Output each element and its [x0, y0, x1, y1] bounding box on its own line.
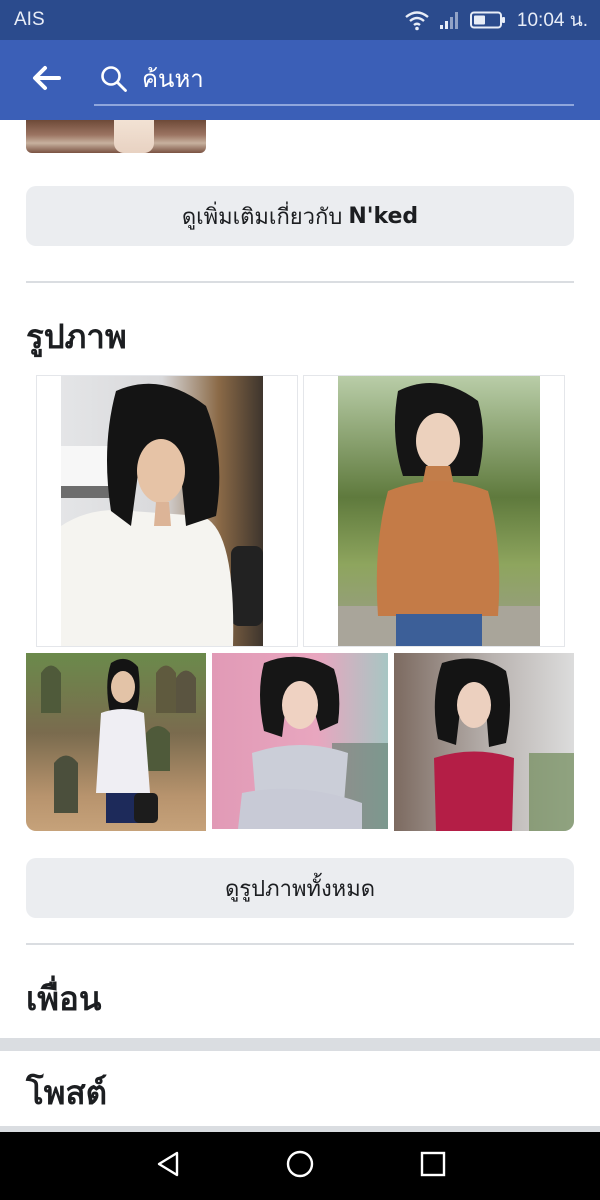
carrier-label: AIS: [14, 9, 45, 30]
section-separator: [0, 1038, 600, 1051]
search-box[interactable]: [94, 54, 574, 106]
nav-back-button[interactable]: [148, 1146, 188, 1186]
battery-icon: [469, 11, 506, 29]
wifi-icon: [404, 9, 430, 31]
signal-icon: [439, 10, 461, 30]
circle-home-icon: [285, 1149, 315, 1183]
cropped-photo[interactable]: [26, 120, 206, 153]
app-bar: [0, 40, 600, 120]
arrow-left-icon: [31, 65, 61, 95]
photo-4-image: [238, 656, 388, 829]
system-nav-bar: [0, 1132, 600, 1200]
search-input[interactable]: [142, 65, 542, 93]
nav-home-button[interactable]: [280, 1146, 320, 1186]
triangle-back-icon: [155, 1150, 181, 1182]
see-more-label: ดูเพิ่มเติมเกี่ยวกับ: [181, 204, 343, 230]
photos-section-title: รูปภาพ: [26, 317, 127, 356]
status-bar: AIS 10:04 น.: [0, 0, 600, 40]
see-all-photos-button[interactable]: ดูรูปภาพทั้งหมด: [26, 858, 574, 918]
profile-content: ดูเพิ่มเติมเกี่ยวกับ N'ked รูปภาพ ดูรูปภ…: [0, 120, 600, 1132]
photo-2-image: [338, 383, 540, 646]
clock: 10:04 น.: [516, 10, 588, 31]
photo-3[interactable]: [26, 653, 206, 831]
photo-3-image: [41, 658, 196, 823]
posts-section-title: โพสต์: [26, 1073, 108, 1112]
square-recents-icon: [420, 1151, 446, 1181]
divider: [26, 281, 574, 283]
photo-4[interactable]: [212, 653, 388, 831]
see-more-about-button[interactable]: ดูเพิ่มเติมเกี่ยวกับ N'ked: [26, 186, 574, 246]
see-more-name: N'ked: [348, 203, 419, 229]
photo-1-image: [61, 383, 263, 646]
photo-2[interactable]: [303, 375, 565, 647]
photo-5-image: [434, 658, 574, 831]
nav-recents-button[interactable]: [413, 1146, 453, 1186]
photo-1[interactable]: [36, 375, 298, 647]
friends-section-title: เพื่อน: [26, 979, 102, 1018]
see-all-photos-label: ดูรูปภาพทั้งหมด: [225, 876, 375, 902]
status-icons: 10:04 น.: [404, 7, 588, 33]
photo-5[interactable]: [394, 653, 574, 831]
search-icon: [100, 64, 130, 94]
divider: [26, 943, 574, 945]
back-button[interactable]: [24, 58, 68, 102]
